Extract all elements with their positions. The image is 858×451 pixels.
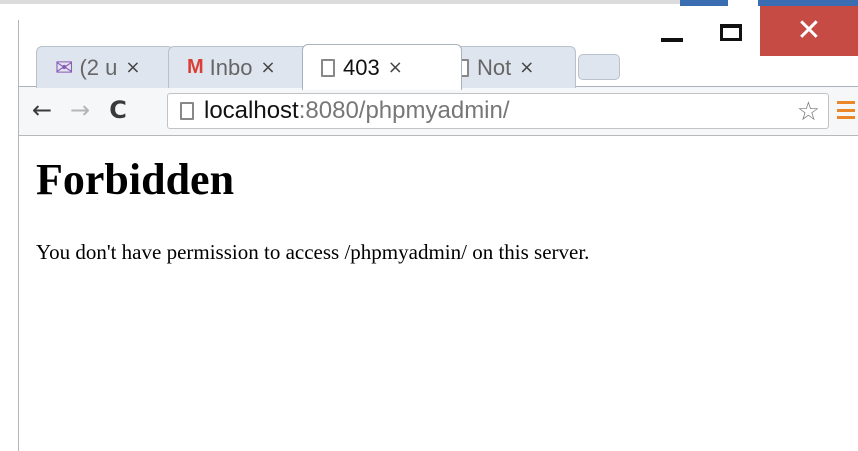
page-title: Forbidden [36,155,235,204]
envelope-icon: ✉ [55,54,74,80]
tab-title: Inbo [209,54,253,80]
tab-403-active[interactable]: 403 × [302,44,462,90]
tab-title: (2 u [79,54,118,80]
browser-window: ✕ ✉ (2 u × M Inbo × Not × 403 × ← → C lo… [0,0,858,451]
tab-close-icon[interactable]: × [261,57,276,78]
page-content: Forbidden You don't have permission to a… [36,150,836,266]
tab-close-icon[interactable]: × [125,57,140,78]
tab-strip: ✉ (2 u × M Inbo × Not × 403 × [26,42,646,90]
error-message: You don't have permission to access /php… [36,240,590,264]
tab-mail[interactable]: ✉ (2 u × [36,46,174,88]
tab-close-icon[interactable]: × [388,57,403,78]
tab-close-icon[interactable]: × [519,57,534,78]
tab-gmail-inbox[interactable]: M Inbo × [168,46,308,88]
tab-title: 403 [343,54,380,80]
taskbar-strip-blue [680,0,728,6]
page-icon [321,58,335,77]
gmail-icon: M [187,56,204,78]
taskbar-strip [0,0,680,4]
tab-title: Not [477,54,512,80]
